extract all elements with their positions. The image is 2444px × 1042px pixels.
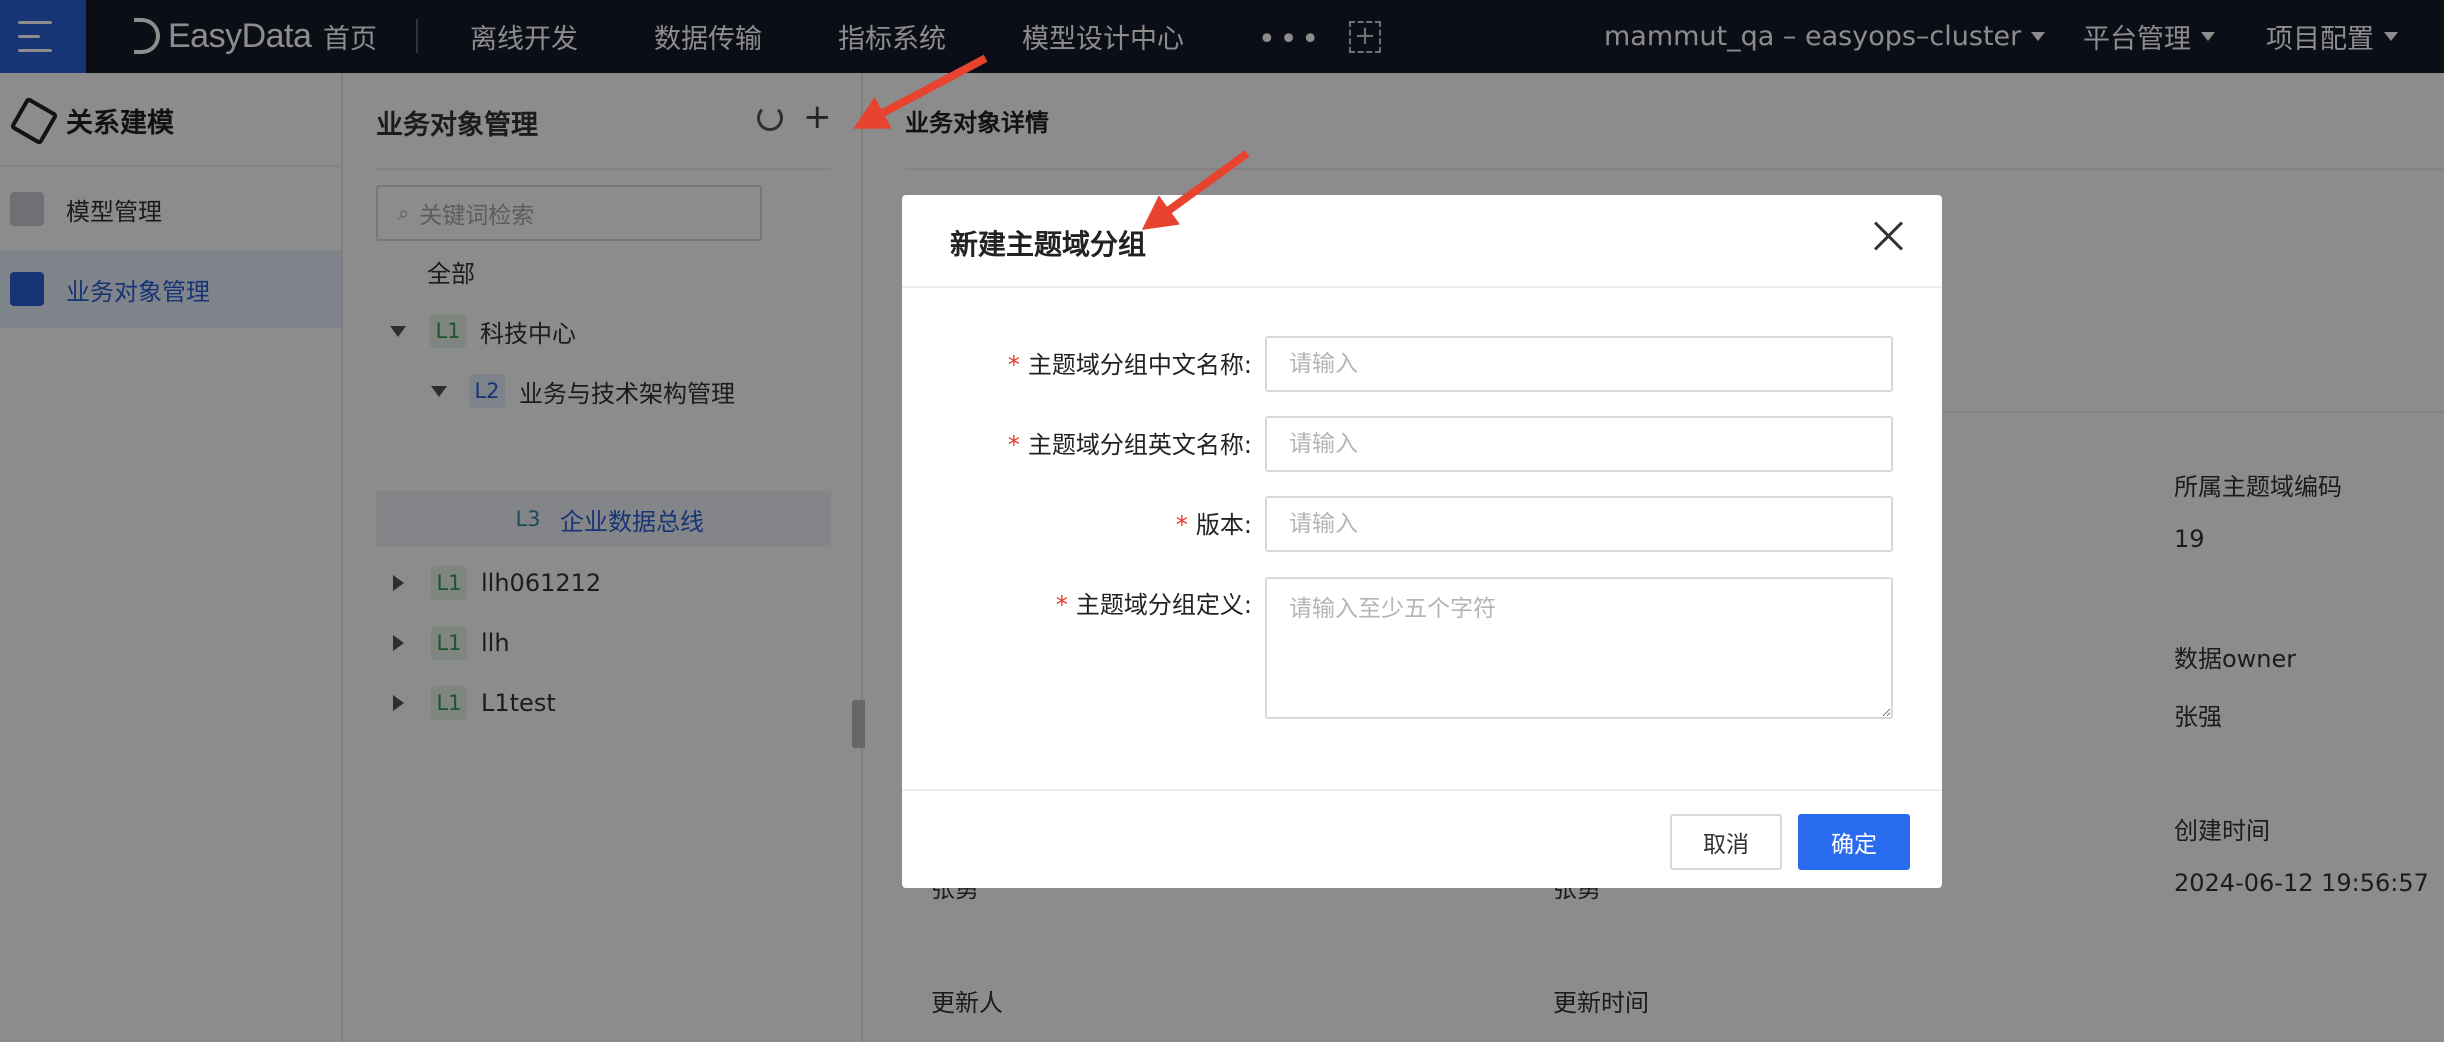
- required-mark: *: [1175, 511, 1188, 539]
- field-label-text: 主题域分组英文名称:: [1027, 431, 1252, 459]
- version-input[interactable]: [1265, 496, 1893, 552]
- en-name-input[interactable]: [1265, 416, 1893, 472]
- field-label-text: 主题域分组定义:: [1075, 591, 1252, 619]
- confirm-button[interactable]: 确定: [1798, 814, 1910, 870]
- cancel-button[interactable]: 取消: [1670, 814, 1782, 870]
- dialog-title: 新建主题域分组: [950, 228, 1147, 261]
- version-label: * 版本:: [1176, 505, 1252, 540]
- definition-textarea[interactable]: [1265, 577, 1893, 719]
- new-subject-group-dialog: 新建主题域分组 *主题域分组中文名称: *主题域分组英文名称: *版本: *主题…: [902, 195, 1942, 888]
- field-label-text: 主题域分组中文名称:: [1027, 351, 1252, 379]
- en-name-label: * 主题域分组英文名称:: [1008, 425, 1252, 460]
- required-mark: *: [1007, 351, 1020, 379]
- definition-label: * 主题域分组定义:: [1056, 585, 1252, 620]
- field-label-text: 版本:: [1195, 511, 1252, 539]
- close-icon[interactable]: [1874, 221, 1904, 251]
- cn-name-input[interactable]: [1265, 336, 1893, 392]
- divider: [902, 286, 1942, 288]
- divider: [902, 789, 1942, 791]
- required-mark: *: [1055, 591, 1068, 619]
- required-mark: *: [1007, 431, 1020, 459]
- cn-name-label: * 主题域分组中文名称:: [1008, 345, 1252, 380]
